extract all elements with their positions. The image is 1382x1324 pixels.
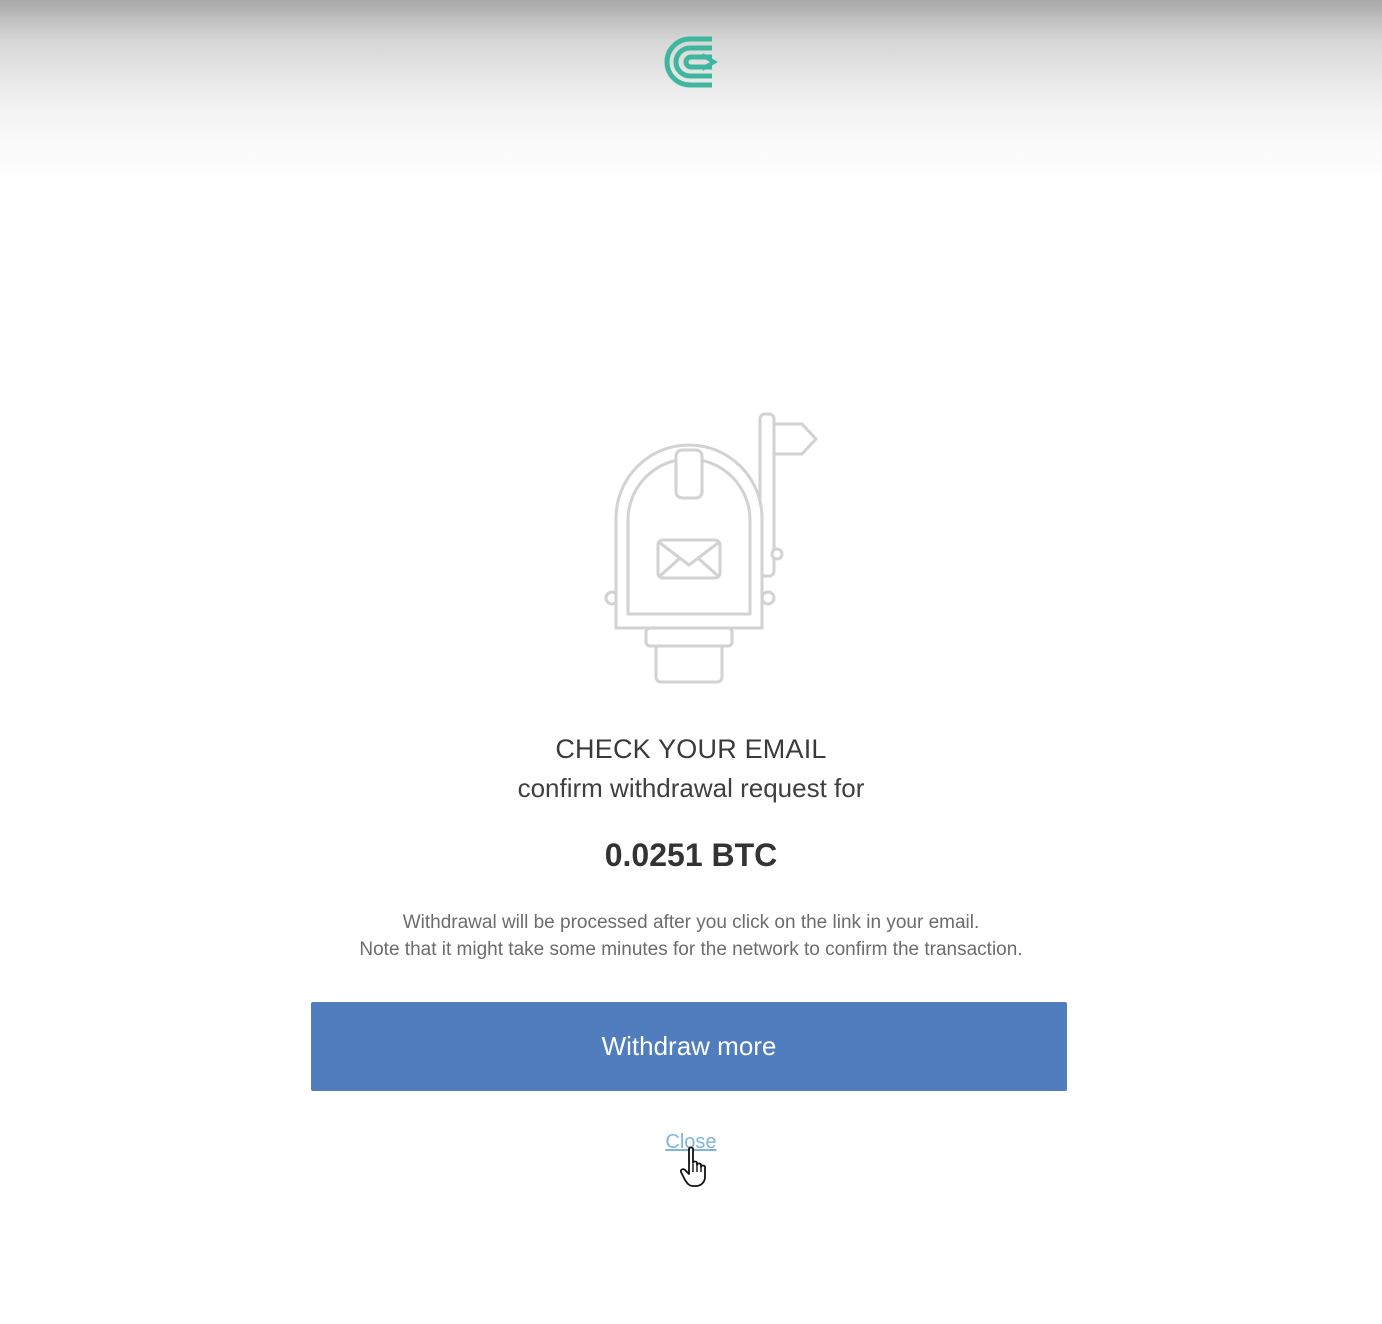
check-email-title: CHECK YOUR EMAIL [555, 734, 827, 764]
processing-note-line-2: Note that it might take some minutes for… [359, 939, 1023, 960]
cex-logo-icon [664, 36, 718, 88]
confirm-request-subtitle: confirm withdrawal request for [517, 773, 865, 803]
hand-pointer-icon [680, 1146, 706, 1187]
header-gradient [0, 0, 1382, 190]
mailbox-icon [604, 412, 818, 684]
withdraw-more-button[interactable]: Withdraw more [311, 1002, 1067, 1091]
withdrawal-confirmation-page: CHECK YOUR EMAIL confirm withdrawal requ… [0, 0, 1382, 1324]
processing-note-line-1: Withdrawal will be processed after you c… [402, 912, 980, 933]
withdrawal-amount: 0.0251 BTC [604, 837, 778, 873]
